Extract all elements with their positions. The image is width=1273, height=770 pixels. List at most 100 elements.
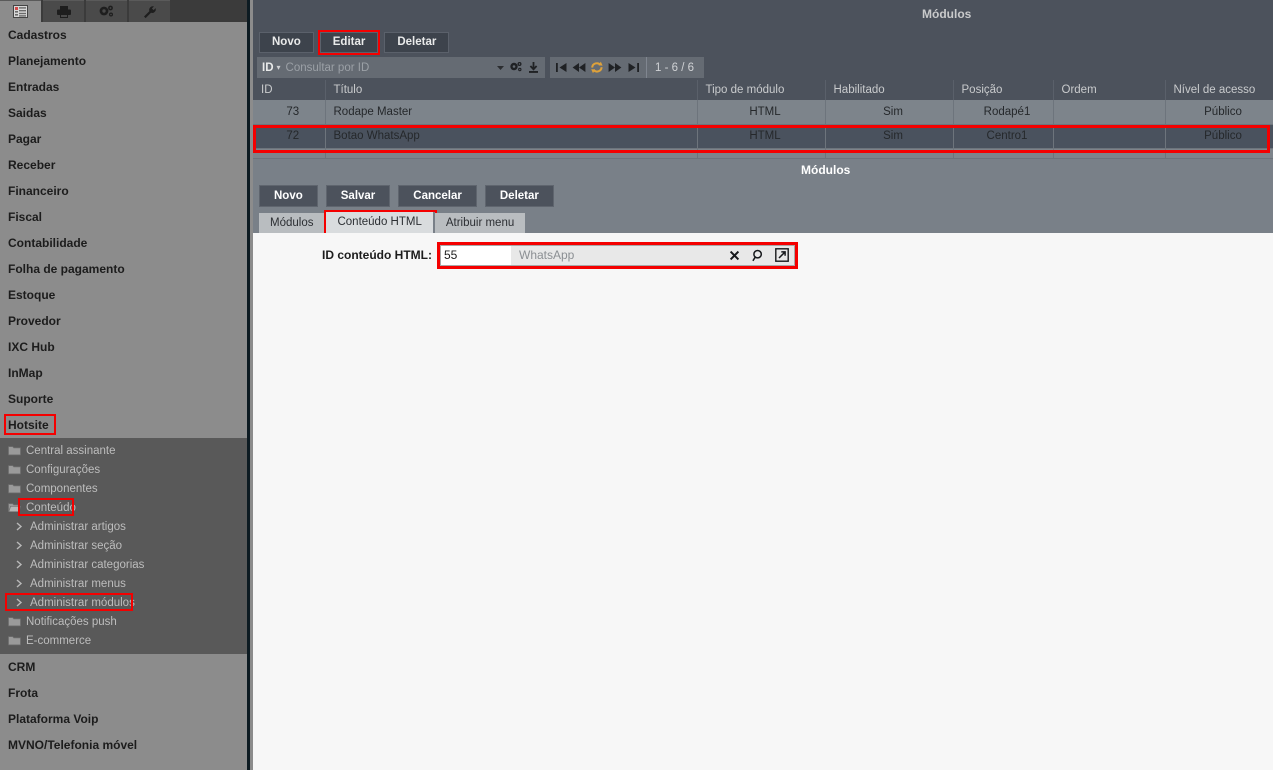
- refresh-icon[interactable]: [588, 61, 606, 74]
- sidebar-item-label: Entradas: [8, 80, 60, 94]
- sidebar-item-financeiro[interactable]: Financeiro: [0, 178, 247, 204]
- sidebar-item-suporte[interactable]: Suporte: [0, 386, 247, 412]
- column-header-tipo-de-modulo[interactable]: Tipo de módulo: [697, 80, 826, 100]
- sidebar: Cadastros Planejamento Entradas Saidas Pagar…: [0, 0, 250, 770]
- main-content: Módulos Novo Editar Deletar ID ▾ Consultar…: [253, 0, 1273, 770]
- column-header-habilitado[interactable]: Habilitado: [825, 80, 954, 100]
- html-content-display-value: WhatsApp: [519, 248, 575, 262]
- html-content-field-label: ID conteúdo HTML:: [322, 248, 432, 262]
- gears-icon[interactable]: [509, 61, 523, 74]
- html-content-id-input[interactable]: [441, 245, 511, 265]
- delete-button[interactable]: Deletar: [384, 31, 450, 53]
- sidebar-item-provedor[interactable]: Provedor: [0, 308, 247, 334]
- sidebar-item-entradas[interactable]: Entradas: [0, 74, 247, 100]
- next-page-button[interactable]: [606, 62, 624, 73]
- sidebar-item-label: Folha de pagamento: [8, 262, 125, 276]
- cell-posicao: [953, 148, 1054, 159]
- sidebar-item-cadastros[interactable]: Cadastros: [0, 22, 247, 48]
- cell-id: [253, 148, 326, 159]
- clear-icon[interactable]: [722, 246, 746, 265]
- search-icon[interactable]: [746, 246, 770, 265]
- chevron-down-icon[interactable]: [496, 63, 505, 72]
- sidebar-item-plataforma-voip[interactable]: Plataforma Voip: [0, 706, 247, 732]
- sidebar-tab-tools[interactable]: [129, 0, 170, 22]
- sidebar-item-receber[interactable]: Receber: [0, 152, 247, 178]
- chevron-right-icon: [12, 522, 26, 531]
- form-save-button[interactable]: Salvar: [325, 184, 391, 207]
- table-row[interactable]: 73 Rodape Master HTML Sim Rodapé1 Público: [253, 100, 1273, 125]
- sidebar-item-saidas[interactable]: Saidas: [0, 100, 247, 126]
- tree-item-administrar-artigos[interactable]: Administrar artigos: [0, 517, 247, 536]
- chevron-right-icon: [12, 541, 26, 550]
- sidebar-item-mvno-telefonia-movel[interactable]: MVNO/Telefonia móvel: [0, 732, 247, 758]
- tree-item-administrar-modulos[interactable]: Administrar módulos: [0, 593, 247, 612]
- folder-icon: [6, 464, 22, 475]
- column-header-posicao[interactable]: Posição: [953, 80, 1054, 100]
- tree-item-e-commerce[interactable]: E-commerce: [0, 631, 247, 650]
- table-row[interactable]: 72 Botao WhatsApp HTML Sim Centro1 Público: [253, 124, 1273, 149]
- sidebar-item-crm[interactable]: CRM: [0, 654, 247, 680]
- form-new-button[interactable]: Novo: [259, 184, 318, 207]
- sidebar-item-contabilidade[interactable]: Contabilidade: [0, 230, 247, 256]
- cell-nivel-de-acesso: Público: [1165, 100, 1273, 125]
- sidebar-item-frota[interactable]: Frota: [0, 680, 247, 706]
- sidebar-item-hotsite[interactable]: Hotsite: [0, 412, 247, 438]
- search-input[interactable]: ID ▾ Consultar por ID: [257, 57, 545, 78]
- tab-atribuir-menu[interactable]: Atribuir menu: [434, 212, 526, 233]
- new-button[interactable]: Novo: [259, 31, 314, 53]
- tree-item-administrar-categorias[interactable]: Administrar categorias: [0, 555, 247, 574]
- tree-item-label: Administrar menus: [30, 577, 126, 590]
- sidebar-tab-print[interactable]: [43, 0, 84, 22]
- tree-item-central-assinante[interactable]: Central assinante: [0, 441, 247, 460]
- sidebar-item-inmap[interactable]: InMap: [0, 360, 247, 386]
- folder-open-icon: [6, 502, 22, 513]
- tree-item-administrar-menus[interactable]: Administrar menus: [0, 574, 247, 593]
- edit-button[interactable]: Editar: [319, 31, 379, 53]
- form-cancel-button[interactable]: Cancelar: [398, 184, 477, 207]
- open-external-icon[interactable]: [770, 246, 794, 265]
- tree-item-componentes[interactable]: Componentes: [0, 479, 247, 498]
- tree-item-label: Notificações push: [26, 615, 117, 628]
- sidebar-item-fiscal[interactable]: Fiscal: [0, 204, 247, 230]
- form-title-text: Módulos: [801, 162, 851, 177]
- download-icon[interactable]: [527, 61, 540, 74]
- sidebar-item-label: Hotsite: [8, 418, 49, 432]
- sidebar-item-planejamento[interactable]: Planejamento: [0, 48, 247, 74]
- last-page-button[interactable]: [624, 62, 642, 73]
- form-cancel-button-label: Cancelar: [413, 189, 462, 202]
- cell-ordem: [1053, 124, 1166, 149]
- chevron-right-icon: [12, 560, 26, 569]
- column-header-nivel-de-acesso[interactable]: Nível de acesso: [1165, 80, 1273, 100]
- sidebar-item-pagar[interactable]: Pagar: [0, 126, 247, 152]
- tree-item-conteudo[interactable]: Conteúdo: [0, 498, 247, 517]
- sidebar-item-label: Frota: [8, 686, 38, 700]
- sidebar-item-label: Contabilidade: [8, 236, 88, 250]
- sidebar-item-label: Receber: [8, 158, 56, 172]
- cell-habilitado: [825, 148, 954, 159]
- sidebar-item-ixc-hub[interactable]: IXC Hub: [0, 334, 247, 360]
- first-page-button[interactable]: [552, 62, 570, 73]
- form-delete-button[interactable]: Deletar: [484, 184, 554, 207]
- sidebar-tab-menu[interactable]: [0, 0, 41, 22]
- tree-item-notificacoes-push[interactable]: Notificações push: [0, 612, 247, 631]
- folder-icon: [6, 616, 22, 627]
- column-header-id[interactable]: ID: [253, 80, 326, 100]
- chevron-down-icon[interactable]: ▾: [277, 63, 281, 72]
- tab-modulos[interactable]: Módulos: [259, 212, 325, 233]
- form-toolbar: Novo Salvar Cancelar Deletar: [253, 180, 1273, 211]
- cell-nivel-de-acesso: [1165, 148, 1273, 159]
- table-row[interactable]: [253, 148, 1273, 159]
- tree-item-configuracoes[interactable]: Configurações: [0, 460, 247, 479]
- html-content-lookup[interactable]: WhatsApp: [440, 244, 795, 266]
- cell-posicao: Centro1: [953, 124, 1054, 149]
- sidebar-item-estoque[interactable]: Estoque: [0, 282, 247, 308]
- column-header-ordem[interactable]: Ordem: [1053, 80, 1166, 100]
- sidebar-item-folha-de-pagamento[interactable]: Folha de pagamento: [0, 256, 247, 282]
- prev-page-button[interactable]: [570, 62, 588, 73]
- pagination-count: 1 - 6 / 6: [646, 57, 702, 78]
- cell-titulo: Botao WhatsApp: [325, 124, 698, 149]
- column-header-titulo[interactable]: Título: [325, 80, 698, 100]
- tab-conteudo-html[interactable]: Conteúdo HTML: [326, 211, 433, 233]
- sidebar-tab-settings[interactable]: [86, 0, 127, 22]
- tree-item-administrar-secao[interactable]: Administrar seção: [0, 536, 247, 555]
